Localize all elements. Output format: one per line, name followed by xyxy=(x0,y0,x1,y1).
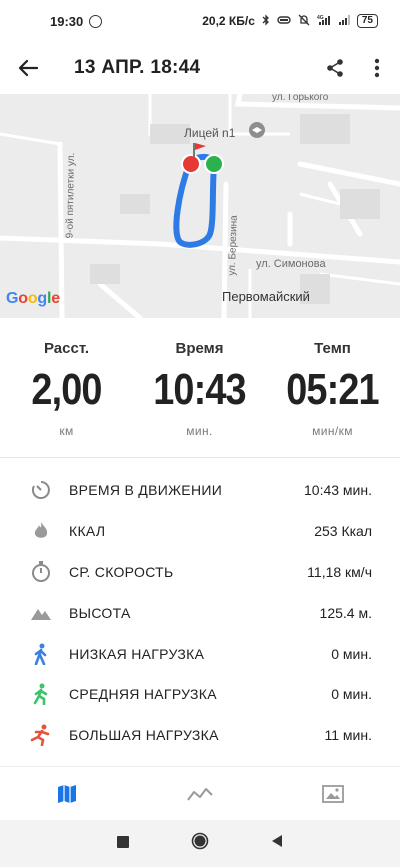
back-nav-button[interactable] xyxy=(271,834,283,853)
map-label-lyceum: Лицей n1 xyxy=(184,126,236,140)
viber-icon xyxy=(89,14,103,28)
stat-row-avg-speed: СР. СКОРОСТЬ 11,18 км/ч xyxy=(0,552,400,593)
moving-time-icon xyxy=(30,479,52,501)
pace-label: Темп xyxy=(314,340,351,357)
summary-pace: Темп 05:21 мин/км xyxy=(266,340,399,438)
status-right: 20,2 КБ/с 4G 75 xyxy=(202,13,378,29)
time-label: Время xyxy=(175,340,224,357)
stat-label: ВРЕМЯ В ДВИЖЕНИИ xyxy=(69,482,223,499)
walk-icon xyxy=(30,643,52,665)
stats-list: ВРЕМЯ В ДВИЖЕНИИ 10:43 мин. ККАЛ 253 Кка… xyxy=(0,470,400,756)
sprint-icon xyxy=(30,724,52,747)
stopwatch-icon xyxy=(30,560,52,583)
page-title: 13 АПР. 18:44 xyxy=(74,57,201,78)
bottom-tabs xyxy=(0,766,400,820)
stat-value: 0 мин. xyxy=(331,686,372,703)
pace-unit: мин/км xyxy=(312,424,353,438)
triangle-back-icon xyxy=(272,835,282,847)
vibrate-icon xyxy=(277,14,291,28)
share-icon xyxy=(327,59,343,77)
status-time: 19:30 xyxy=(50,13,84,29)
circle-icon xyxy=(191,832,209,850)
distance-value: 2,00 xyxy=(31,365,102,414)
stat-row-low-load: НИЗКАЯ НАГРУЗКА 0 мин. xyxy=(0,633,400,674)
stat-value: 10:43 мин. xyxy=(304,482,372,499)
stat-value: 125.4 м. xyxy=(319,604,372,621)
signal-icon xyxy=(338,14,350,29)
distance-label: Расст. xyxy=(43,340,90,357)
app-bar: 13 АПР. 18:44 xyxy=(0,42,400,94)
system-nav-bar xyxy=(0,820,400,867)
network-speed: 20,2 КБ/с xyxy=(202,14,255,28)
time-value: 10:43 xyxy=(153,365,246,414)
bluetooth-icon xyxy=(262,13,270,29)
stat-row-kcal: ККАЛ 253 Ккал xyxy=(0,511,400,552)
route-map[interactable]: ул. Горького Лицей n1 9-ой пятилетки ул.… xyxy=(0,94,400,318)
stat-label: СРЕДНЯЯ НАГРУЗКА xyxy=(69,686,217,703)
arrow-left-icon xyxy=(18,59,38,77)
more-vertical-icon xyxy=(374,58,380,78)
google-logo: Google xyxy=(6,290,60,307)
distance-unit: км xyxy=(59,424,74,438)
stat-label: ВЫСОТА xyxy=(69,604,131,621)
map-icon xyxy=(57,784,76,803)
stat-value: 253 Ккал xyxy=(314,523,372,540)
map-label-berezina: ул. Березина xyxy=(226,215,240,276)
map-label-gorky: ул. Горького xyxy=(272,94,329,103)
more-options-button[interactable] xyxy=(362,48,392,88)
tab-chart[interactable] xyxy=(133,767,266,820)
tab-image[interactable] xyxy=(267,767,400,820)
mountain-icon xyxy=(30,602,52,624)
recents-button[interactable] xyxy=(117,835,129,853)
pace-value: 05:21 xyxy=(286,365,379,414)
stat-label: СР. СКОРОСТЬ xyxy=(69,563,174,580)
stat-label: НИЗКАЯ НАГРУЗКА xyxy=(69,645,205,662)
chart-icon xyxy=(187,787,213,801)
summary-time: Время 10:43 мин. xyxy=(133,340,266,438)
stat-label: БОЛЬШАЯ НАГРУЗКА xyxy=(69,727,219,744)
summary-distance: Расст. 2,00 км xyxy=(0,340,133,438)
time-unit: мин. xyxy=(186,424,213,438)
flame-icon xyxy=(30,520,52,542)
stat-value: 0 мин. xyxy=(331,645,372,662)
mute-bell-icon xyxy=(298,14,310,29)
map-label-simonova: ул. Симонова xyxy=(256,258,326,270)
home-button[interactable] xyxy=(191,832,209,855)
share-button[interactable] xyxy=(318,48,352,88)
stat-value: 11,18 км/ч xyxy=(307,563,372,580)
map-label-district: Первомайский xyxy=(222,289,310,304)
stat-label: ККАЛ xyxy=(69,523,106,540)
run-icon xyxy=(30,683,52,706)
image-icon xyxy=(322,784,345,803)
stat-row-high-load: БОЛЬШАЯ НАГРУЗКА 11 мин. xyxy=(0,715,400,756)
stat-row-altitude: ВЫСОТА 125.4 м. xyxy=(0,592,400,633)
stat-row-mid-load: СРЕДНЯЯ НАГРУЗКА 0 мин. xyxy=(0,674,400,715)
stat-row-moving-time: ВРЕМЯ В ДВИЖЕНИИ 10:43 мин. xyxy=(0,470,400,511)
workout-summary: Расст. 2,00 км Время 10:43 мин. Темп 05:… xyxy=(0,318,400,458)
square-icon xyxy=(117,835,129,848)
signal-4g-icon: 4G xyxy=(317,14,331,29)
map-label-9piatiletki: 9-ой пятилетки ул. xyxy=(64,152,78,239)
stat-value: 11 мин. xyxy=(324,727,373,744)
status-bar: 19:30 20,2 КБ/с 4G 75 xyxy=(0,0,400,42)
battery-indicator: 75 xyxy=(356,14,378,28)
tab-map[interactable] xyxy=(0,767,133,820)
back-button[interactable] xyxy=(0,42,56,94)
